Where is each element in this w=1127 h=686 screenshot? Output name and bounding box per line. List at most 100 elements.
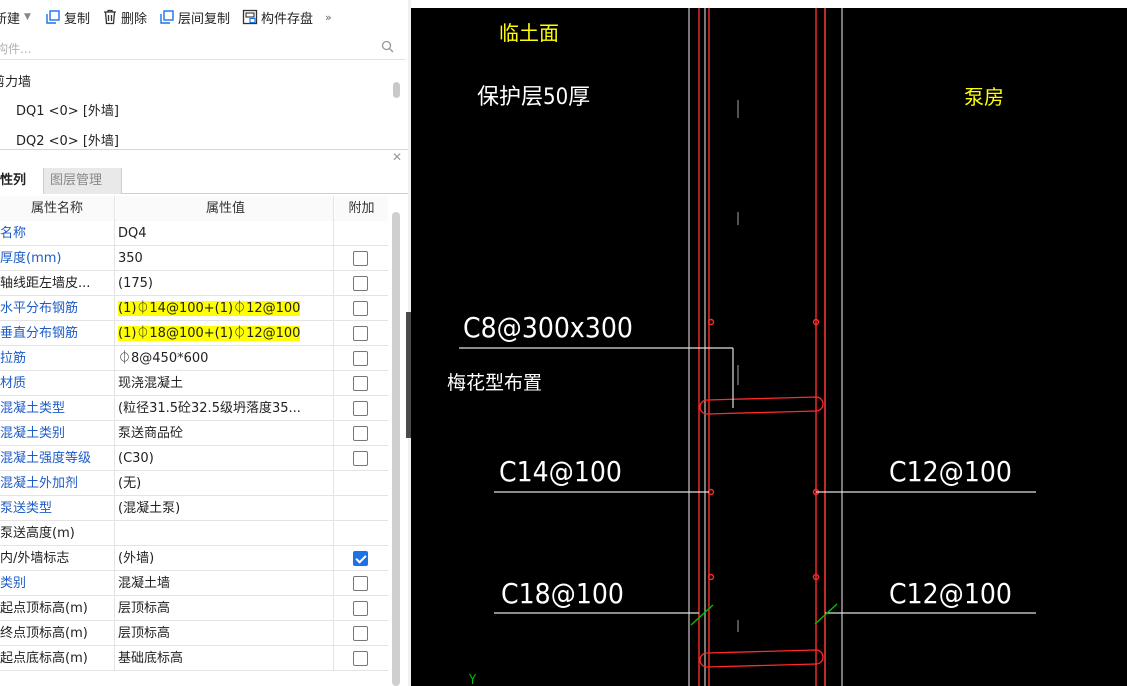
- more-button[interactable]: »: [325, 11, 332, 24]
- search-input[interactable]: 构件...: [0, 36, 406, 60]
- property-value-text: 现浇混凝土: [118, 376, 184, 391]
- property-extra: [335, 496, 388, 521]
- table-row[interactable]: 名称 DQ4: [0, 221, 388, 246]
- property-value[interactable]: 泵送商品砼: [116, 421, 334, 446]
- property-value[interactable]: ⏀8@450*600: [116, 346, 334, 371]
- property-extra: [335, 646, 388, 671]
- header-value: 属性值: [116, 196, 334, 221]
- table-row[interactable]: 混凝土强度等级 (C30): [0, 446, 388, 471]
- table-row[interactable]: 轴线距左墙皮... (175): [0, 271, 388, 296]
- delete-label: 删除: [120, 11, 147, 27]
- property-value-text: (1)⏀18@100+(1)⏀12@100: [118, 326, 301, 341]
- table-row[interactable]: 厚度(mm) 350: [0, 246, 388, 271]
- attach-checkbox[interactable]: [353, 301, 368, 316]
- table-row[interactable]: 垂直分布钢筋 (1)⏀18@100+(1)⏀12@100: [0, 321, 388, 346]
- attach-checkbox[interactable]: [353, 326, 368, 341]
- table-row[interactable]: 终点顶标高(m) 层顶标高: [0, 621, 388, 646]
- table-row[interactable]: 内/外墙标志 (外墙): [0, 546, 388, 571]
- save-component-label: 构件存盘: [260, 11, 313, 27]
- property-extra: [335, 446, 388, 471]
- property-value[interactable]: (1)⏀14@100+(1)⏀12@100: [116, 296, 334, 321]
- property-extra: [335, 546, 388, 571]
- property-extra: [335, 346, 388, 371]
- tree-category[interactable]: 剪力墙: [0, 71, 31, 90]
- property-value-text: (C30): [118, 451, 154, 466]
- label-plum: 梅花型布置: [447, 372, 542, 394]
- attach-checkbox[interactable]: [353, 651, 368, 666]
- property-value[interactable]: (粒径31.5砼32.5级坍落度35...: [116, 396, 334, 421]
- property-extra: [335, 471, 388, 496]
- floor-copy-button[interactable]: 层间复制: [159, 8, 230, 27]
- property-value[interactable]: 350: [116, 246, 334, 271]
- property-value[interactable]: (无): [116, 471, 334, 496]
- attach-checkbox[interactable]: [353, 426, 368, 441]
- property-value[interactable]: DQ4: [116, 221, 334, 246]
- copy-icon: [46, 10, 60, 24]
- copy-button[interactable]: 复制: [45, 8, 90, 27]
- divider: [0, 149, 408, 150]
- close-icon[interactable]: ✕: [392, 150, 402, 164]
- cad-canvas[interactable]: 临土面 保护层50厚 泵房 C8@300x300 梅花型布置 C14@100 C…: [411, 0, 1127, 686]
- save-component-button[interactable]: 构件存盘: [242, 8, 313, 27]
- rebar-lines: [698, 8, 826, 686]
- tree-item[interactable]: DQ1 <0> [外墙]: [16, 100, 119, 119]
- tree-scrollbar[interactable]: [393, 82, 400, 98]
- property-value[interactable]: (混凝土泵): [116, 496, 334, 521]
- new-button[interactable]: 新建 ▼: [0, 8, 37, 27]
- property-name: 轴线距左墙皮...: [0, 271, 115, 296]
- attach-checkbox[interactable]: [353, 601, 368, 616]
- property-value[interactable]: (C30): [116, 446, 334, 471]
- attach-checkbox[interactable]: [353, 251, 368, 266]
- table-row[interactable]: 材质 现浇混凝土: [0, 371, 388, 396]
- property-extra: [335, 396, 388, 421]
- property-value[interactable]: 层顶标高: [116, 596, 334, 621]
- cad-top-strip: [411, 0, 1127, 8]
- table-row[interactable]: 水平分布钢筋 (1)⏀14@100+(1)⏀12@100: [0, 296, 388, 321]
- property-value-text: DQ4: [118, 226, 147, 241]
- property-value[interactable]: 混凝土墙: [116, 571, 334, 596]
- property-value[interactable]: (1)⏀18@100+(1)⏀12@100: [116, 321, 334, 346]
- attach-checkbox[interactable]: [353, 551, 368, 566]
- attach-checkbox[interactable]: [353, 276, 368, 291]
- property-value[interactable]: 现浇混凝土: [116, 371, 334, 396]
- save-component-icon: [242, 9, 258, 25]
- table-row[interactable]: 混凝土外加剂 (无): [0, 471, 388, 496]
- table-row[interactable]: 类别 混凝土墙: [0, 571, 388, 596]
- attach-checkbox[interactable]: [353, 376, 368, 391]
- tree-item[interactable]: DQ2 <0> [外墙]: [16, 130, 119, 149]
- property-value[interactable]: [116, 521, 334, 546]
- attach-checkbox[interactable]: [353, 351, 368, 366]
- property-value-text: 层顶标高: [118, 601, 171, 616]
- table-row[interactable]: 混凝土类型 (粒径31.5砼32.5级坍落度35...: [0, 396, 388, 421]
- tab-property-list[interactable]: 性列表: [0, 168, 44, 214]
- new-label: 新建: [0, 11, 21, 27]
- delete-button[interactable]: 删除: [102, 8, 147, 27]
- table-row[interactable]: 混凝土类别 泵送商品砼: [0, 421, 388, 446]
- attach-checkbox[interactable]: [353, 626, 368, 641]
- tab-layer-management[interactable]: 图层管理: [44, 168, 122, 194]
- search-icon[interactable]: [381, 40, 394, 53]
- table-row[interactable]: 起点顶标高(m) 层顶标高: [0, 596, 388, 621]
- property-extra: [335, 271, 388, 296]
- property-name: 终点顶标高(m): [0, 621, 115, 646]
- property-extra: [335, 371, 388, 396]
- table-row[interactable]: 起点底标高(m) 基础底标高: [0, 646, 388, 671]
- attach-checkbox[interactable]: [353, 401, 368, 416]
- table-row[interactable]: 拉筋 ⏀8@450*600: [0, 346, 388, 371]
- table-row[interactable]: 泵送高度(m): [0, 521, 388, 546]
- property-value[interactable]: 基础底标高: [116, 646, 334, 671]
- property-extra: [335, 296, 388, 321]
- table-row[interactable]: 泵送类型 (混凝土泵): [0, 496, 388, 521]
- property-name: 混凝土强度等级: [0, 446, 115, 471]
- property-value[interactable]: (外墙): [116, 546, 334, 571]
- table-scrollbar[interactable]: [392, 212, 400, 686]
- property-value[interactable]: 层顶标高: [116, 621, 334, 646]
- attach-checkbox[interactable]: [353, 451, 368, 466]
- property-name: 泵送高度(m): [0, 521, 115, 546]
- chevron-down-icon[interactable]: ▼: [24, 12, 31, 22]
- dimension-ticks: [690, 603, 838, 626]
- axis-y-label: Y: [468, 673, 477, 686]
- attach-checkbox[interactable]: [353, 576, 368, 591]
- property-extra: [335, 596, 388, 621]
- property-value[interactable]: (175): [116, 271, 334, 296]
